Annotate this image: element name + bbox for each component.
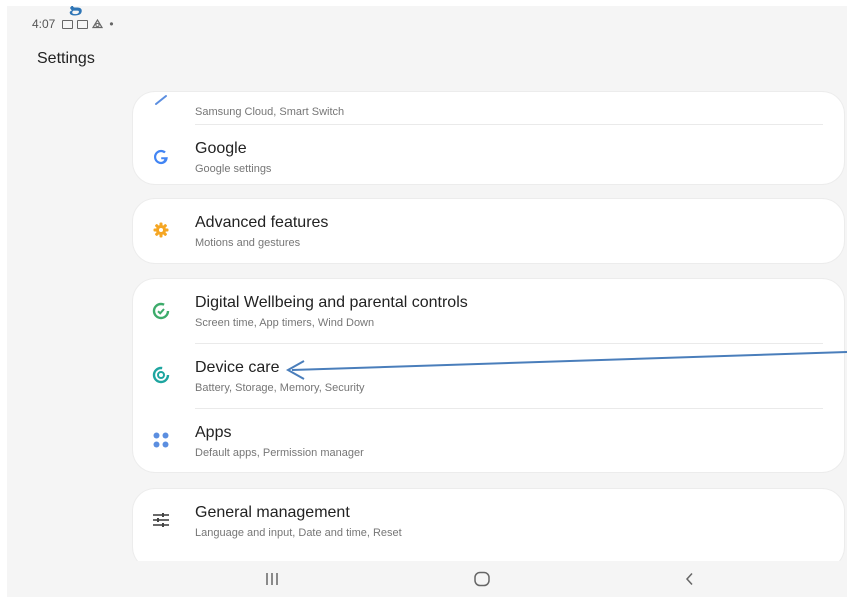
settings-item-subtitle: Screen time, App timers, Wind Down bbox=[195, 317, 375, 329]
settings-item-title: Advanced features bbox=[195, 214, 329, 231]
digital-wellbeing-icon bbox=[151, 301, 171, 321]
settings-item-subtitle: Samsung Cloud, Smart Switch bbox=[195, 106, 345, 118]
settings-item-title: Google bbox=[195, 140, 247, 157]
settings-item-title: Digital Wellbeing and parental controls bbox=[195, 294, 468, 311]
settings-item-subtitle: Motions and gestures bbox=[195, 237, 301, 249]
apps-icon bbox=[151, 430, 171, 450]
gallery-icon bbox=[77, 19, 89, 29]
device-care-icon bbox=[151, 365, 171, 385]
settings-item-advanced-features[interactable]: Advanced features Motions and gestures bbox=[133, 199, 844, 264]
settings-item-subtitle: Language and input, Date and time, Reset bbox=[195, 527, 402, 539]
settings-item-digital-wellbeing[interactable]: Digital Wellbeing and parental controls … bbox=[133, 279, 844, 344]
phone-screen: g 4:07 • Settings Samsung Cloud, Smart S… bbox=[7, 6, 847, 597]
settings-item-subtitle: Default apps, Permission manager bbox=[195, 447, 364, 459]
drive-icon bbox=[92, 19, 104, 29]
settings-card-advanced: Advanced features Motions and gestures bbox=[133, 199, 844, 263]
settings-card-accounts: Samsung Cloud, Smart Switch Google Googl… bbox=[133, 92, 844, 184]
advanced-features-icon bbox=[151, 220, 171, 240]
google-icon bbox=[151, 147, 171, 167]
settings-item-device-care[interactable]: Device care Battery, Storage, Memory, Se… bbox=[133, 344, 844, 409]
clipped-heading: g bbox=[69, 6, 82, 15]
home-icon[interactable] bbox=[471, 569, 493, 589]
general-management-icon bbox=[151, 510, 171, 530]
settings-item-title: Apps bbox=[195, 424, 232, 441]
image-icon bbox=[62, 19, 74, 29]
status-time: 4:07 bbox=[32, 17, 56, 31]
settings-item-general-management[interactable]: General management Language and input, D… bbox=[133, 489, 844, 554]
navigation-bar bbox=[7, 561, 847, 597]
recent-apps-icon[interactable] bbox=[261, 569, 283, 589]
settings-item-title: General management bbox=[195, 504, 350, 521]
settings-card-device: Digital Wellbeing and parental controls … bbox=[133, 279, 844, 472]
settings-item-subtitle: Battery, Storage, Memory, Security bbox=[195, 382, 365, 394]
settings-item-apps[interactable]: Apps Default apps, Permission manager bbox=[133, 409, 844, 474]
settings-item-google[interactable]: Google Google settings bbox=[133, 125, 844, 190]
settings-card-general: General management Language and input, D… bbox=[133, 489, 844, 569]
settings-item-title: Device care bbox=[195, 359, 280, 376]
accounts-backup-icon bbox=[151, 90, 171, 110]
status-bar: 4:07 • bbox=[32, 16, 114, 32]
page-title: Settings bbox=[37, 50, 95, 67]
back-icon[interactable] bbox=[679, 569, 701, 589]
settings-item-subtitle: Google settings bbox=[195, 163, 272, 175]
notification-dot-icon: • bbox=[109, 17, 114, 31]
